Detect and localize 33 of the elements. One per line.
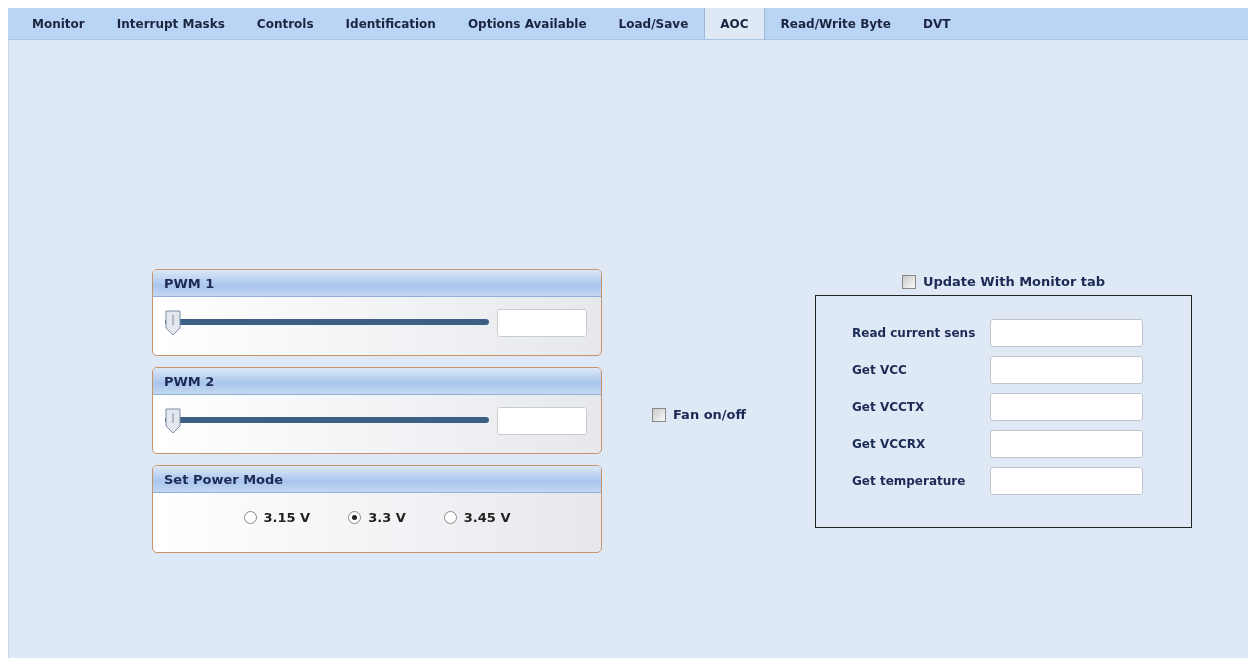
panel-title: PWM 1 — [164, 275, 215, 291]
voltage-radio[interactable]: 3.3 V — [348, 510, 406, 525]
reading-label: Get temperature — [852, 474, 967, 488]
reading-field[interactable] — [990, 430, 1143, 458]
reading-label: Get VCC — [852, 363, 908, 377]
panel-title: PWM 2 — [164, 373, 215, 389]
reading-field[interactable] — [990, 319, 1143, 347]
value-field[interactable] — [497, 407, 587, 435]
voltage-radio[interactable]: 3.45 V — [443, 510, 511, 525]
tab[interactable]: Read/Write Byte — [764, 8, 907, 39]
tab[interactable]: Options Available — [451, 8, 603, 39]
reading-label: Get VCCTX — [852, 400, 926, 414]
tab[interactable]: Monitor — [16, 8, 101, 39]
update-checkbox[interactable]: Update With Monitor tab — [901, 274, 1106, 289]
reading-label: Read current sens — [852, 326, 977, 340]
reading-field[interactable] — [990, 393, 1143, 421]
slider-thumb[interactable] — [165, 310, 181, 336]
voltage-radio[interactable]: 3.15 V — [243, 510, 311, 525]
slider[interactable] — [165, 408, 489, 434]
tab[interactable]: Identification — [329, 8, 452, 39]
value-field[interactable] — [497, 309, 587, 337]
tab[interactable]: DVT — [907, 8, 967, 39]
slider-thumb[interactable] — [165, 408, 181, 434]
tab[interactable]: Controls — [240, 8, 330, 39]
reading-field[interactable] — [990, 356, 1143, 384]
tab[interactable]: Load/Save — [602, 8, 705, 39]
fan-checkbox[interactable]: Fan on/off — [652, 407, 762, 422]
slider[interactable] — [165, 310, 489, 336]
reading-field[interactable] — [990, 467, 1143, 495]
tab[interactable]: AOC — [704, 8, 765, 39]
reading-label: Get VCCRX — [852, 437, 927, 451]
tab[interactable]: Interrupt Masks — [100, 8, 241, 39]
panel-title: Set Power Mode — [164, 471, 284, 487]
